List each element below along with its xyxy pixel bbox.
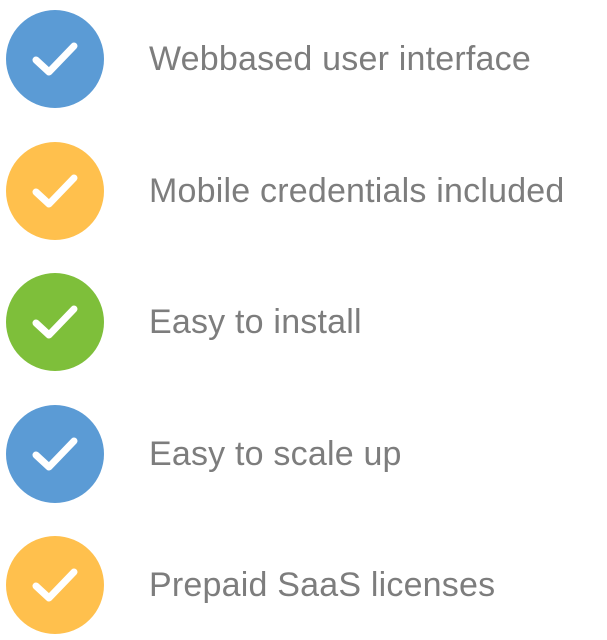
- check-icon: [6, 405, 104, 503]
- feature-label: Webbased user interface: [149, 40, 531, 78]
- feature-item: Prepaid SaaS licenses: [0, 536, 607, 640]
- check-icon: [6, 10, 104, 108]
- feature-item: Webbased user interface: [0, 10, 607, 114]
- feature-label: Mobile credentials included: [149, 172, 565, 210]
- feature-label: Prepaid SaaS licenses: [149, 566, 496, 604]
- check-icon: [6, 273, 104, 371]
- feature-label: Easy to install: [149, 303, 362, 341]
- feature-label: Easy to scale up: [149, 435, 402, 473]
- feature-item: Easy to scale up: [0, 405, 607, 509]
- check-icon: [6, 536, 104, 634]
- feature-list: Webbased user interface Mobile credentia…: [0, 0, 607, 634]
- feature-item: Mobile credentials included: [0, 142, 607, 246]
- check-icon: [6, 142, 104, 240]
- feature-item: Easy to install: [0, 273, 607, 377]
